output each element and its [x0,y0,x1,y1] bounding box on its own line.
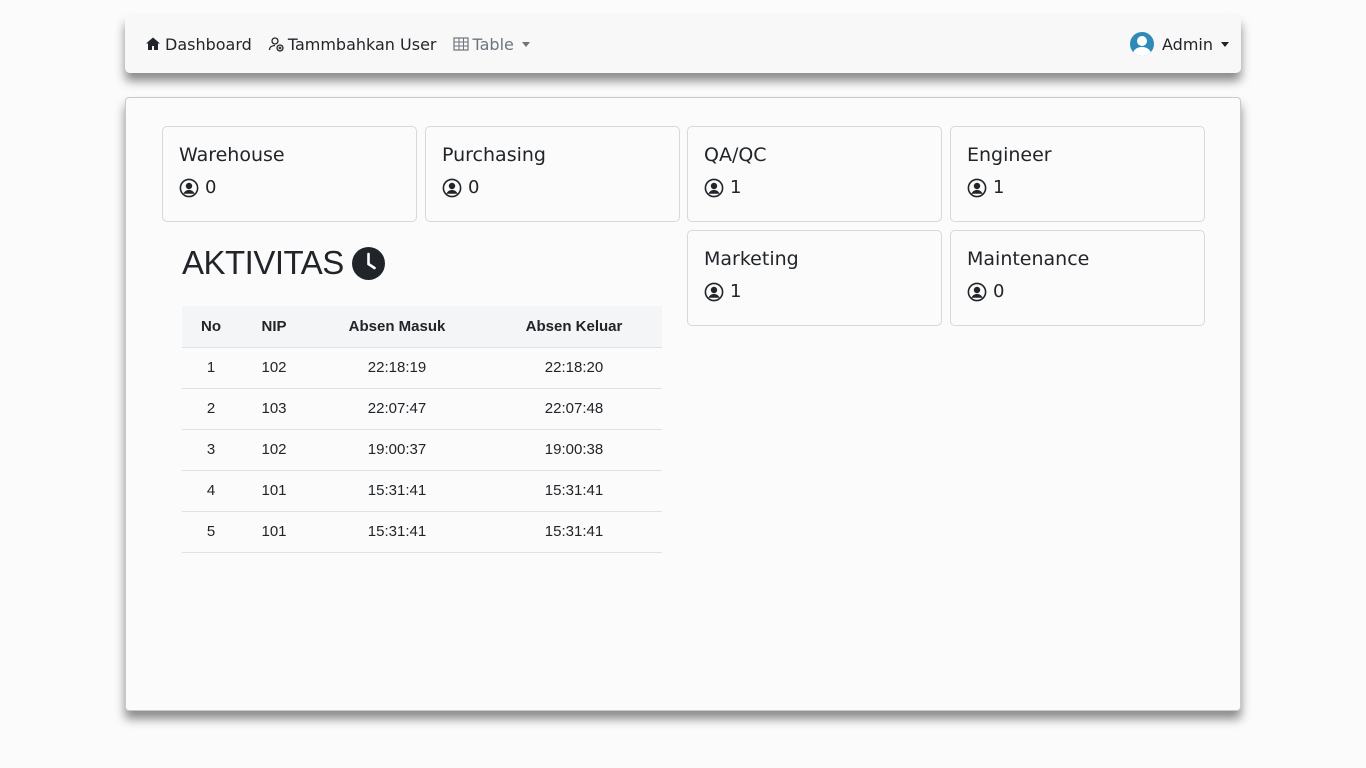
top-navbar: Dashboard Tammbahkan User Table Admin [125,15,1241,73]
dept-card-engineer: Engineer 1 [950,126,1205,222]
cell-nip: 103 [240,388,308,430]
user-circle-icon [967,178,987,197]
cell-no: 1 [182,347,240,389]
cell-nip: 102 [240,347,308,389]
column-header: Absen Keluar [486,306,662,348]
user-add-icon [268,37,284,52]
nav-add-user[interactable]: Tammbahkan User [268,35,437,54]
user-circle-icon [967,282,987,301]
column-header: No [182,306,240,348]
dept-count-value: 0 [468,177,480,198]
dept-name: Engineer [967,144,1052,166]
dept-card-warehouse: Warehouse 0 [162,126,417,222]
avatar [1130,32,1154,56]
chevron-down-icon [1221,41,1229,47]
dept-name: QA/QC [704,144,767,166]
dept-count-value: 0 [205,177,217,198]
cell-absen-masuk: 22:07:47 [308,388,486,430]
cell-nip: 101 [240,470,308,512]
cell-absen-keluar: 15:31:41 [486,511,662,553]
dept-card-marketing: Marketing 1 [687,230,942,326]
nav-dashboard-label: Dashboard [165,34,252,54]
table-row: 5 101 15:31:41 15:31:41 [182,511,662,553]
cell-absen-keluar: 15:31:41 [486,470,662,512]
cell-nip: 102 [240,429,308,471]
nav-add-user-label: Tammbahkan User [287,34,437,54]
table-row: 3 102 19:00:37 19:00:38 [182,429,662,471]
table-icon [452,37,469,51]
dept-count: 1 [704,177,925,198]
activity-table: No NIP Absen Masuk Absen Keluar 1 102 22… [182,306,662,553]
nav-table-dropdown[interactable]: Table [452,34,530,54]
cell-no: 2 [182,388,240,430]
table-header-row: No NIP Absen Masuk Absen Keluar [182,306,662,348]
cell-absen-keluar: 19:00:38 [486,429,662,471]
dept-count-value: 0 [993,281,1005,302]
dept-card-maintenance: Maintenance 0 [950,230,1205,326]
column-header: NIP [240,306,308,348]
dept-name: Purchasing [442,144,546,166]
chevron-down-icon [521,41,530,47]
user-circle-icon [704,178,724,197]
cell-no: 3 [182,429,240,471]
dept-count: 1 [967,177,1188,198]
cell-absen-masuk: 15:31:41 [308,470,486,512]
dept-name: Warehouse [179,144,285,166]
user-menu[interactable]: Admin [1130,32,1229,56]
home-icon [146,37,160,50]
cell-absen-masuk: 22:18:19 [308,347,486,389]
dept-count: 0 [442,177,663,198]
cell-nip: 101 [240,511,308,553]
clock-icon [351,246,385,280]
nav-table-label: Table [472,34,514,54]
nav-dashboard[interactable]: Dashboard [145,35,252,54]
cell-absen-masuk: 15:31:41 [308,511,486,553]
dept-count-value: 1 [730,177,742,198]
dept-name: Maintenance [967,248,1090,270]
cell-no: 5 [182,511,240,553]
cell-absen-keluar: 22:18:20 [486,347,662,389]
user-circle-icon [704,282,724,301]
user-name: Admin [1162,34,1213,54]
dept-name: Marketing [704,248,799,270]
activity-heading: AKTIVITAS [182,244,385,282]
dept-card-qaqc: QA/QC 1 [687,126,942,222]
main-card: Warehouse 0 Purchasing 0 QA/QC 1 Enginee… [125,97,1241,711]
dept-count: 1 [704,281,925,302]
dept-count-value: 1 [993,177,1005,198]
dept-count: 0 [967,281,1188,302]
dept-count: 0 [179,177,400,198]
dept-card-purchasing: Purchasing 0 [425,126,680,222]
cell-absen-keluar: 22:07:48 [486,388,662,430]
column-header: Absen Masuk [308,306,486,348]
cell-no: 4 [182,470,240,512]
activity-title: AKTIVITAS [182,244,344,281]
user-circle-icon [442,178,462,197]
user-circle-icon [179,178,199,197]
table-row: 4 101 15:31:41 15:31:41 [182,470,662,512]
dept-count-value: 1 [730,281,742,302]
table-row: 2 103 22:07:47 22:07:48 [182,388,662,430]
cell-absen-masuk: 19:00:37 [308,429,486,471]
table-row: 1 102 22:18:19 22:18:20 [182,347,662,389]
